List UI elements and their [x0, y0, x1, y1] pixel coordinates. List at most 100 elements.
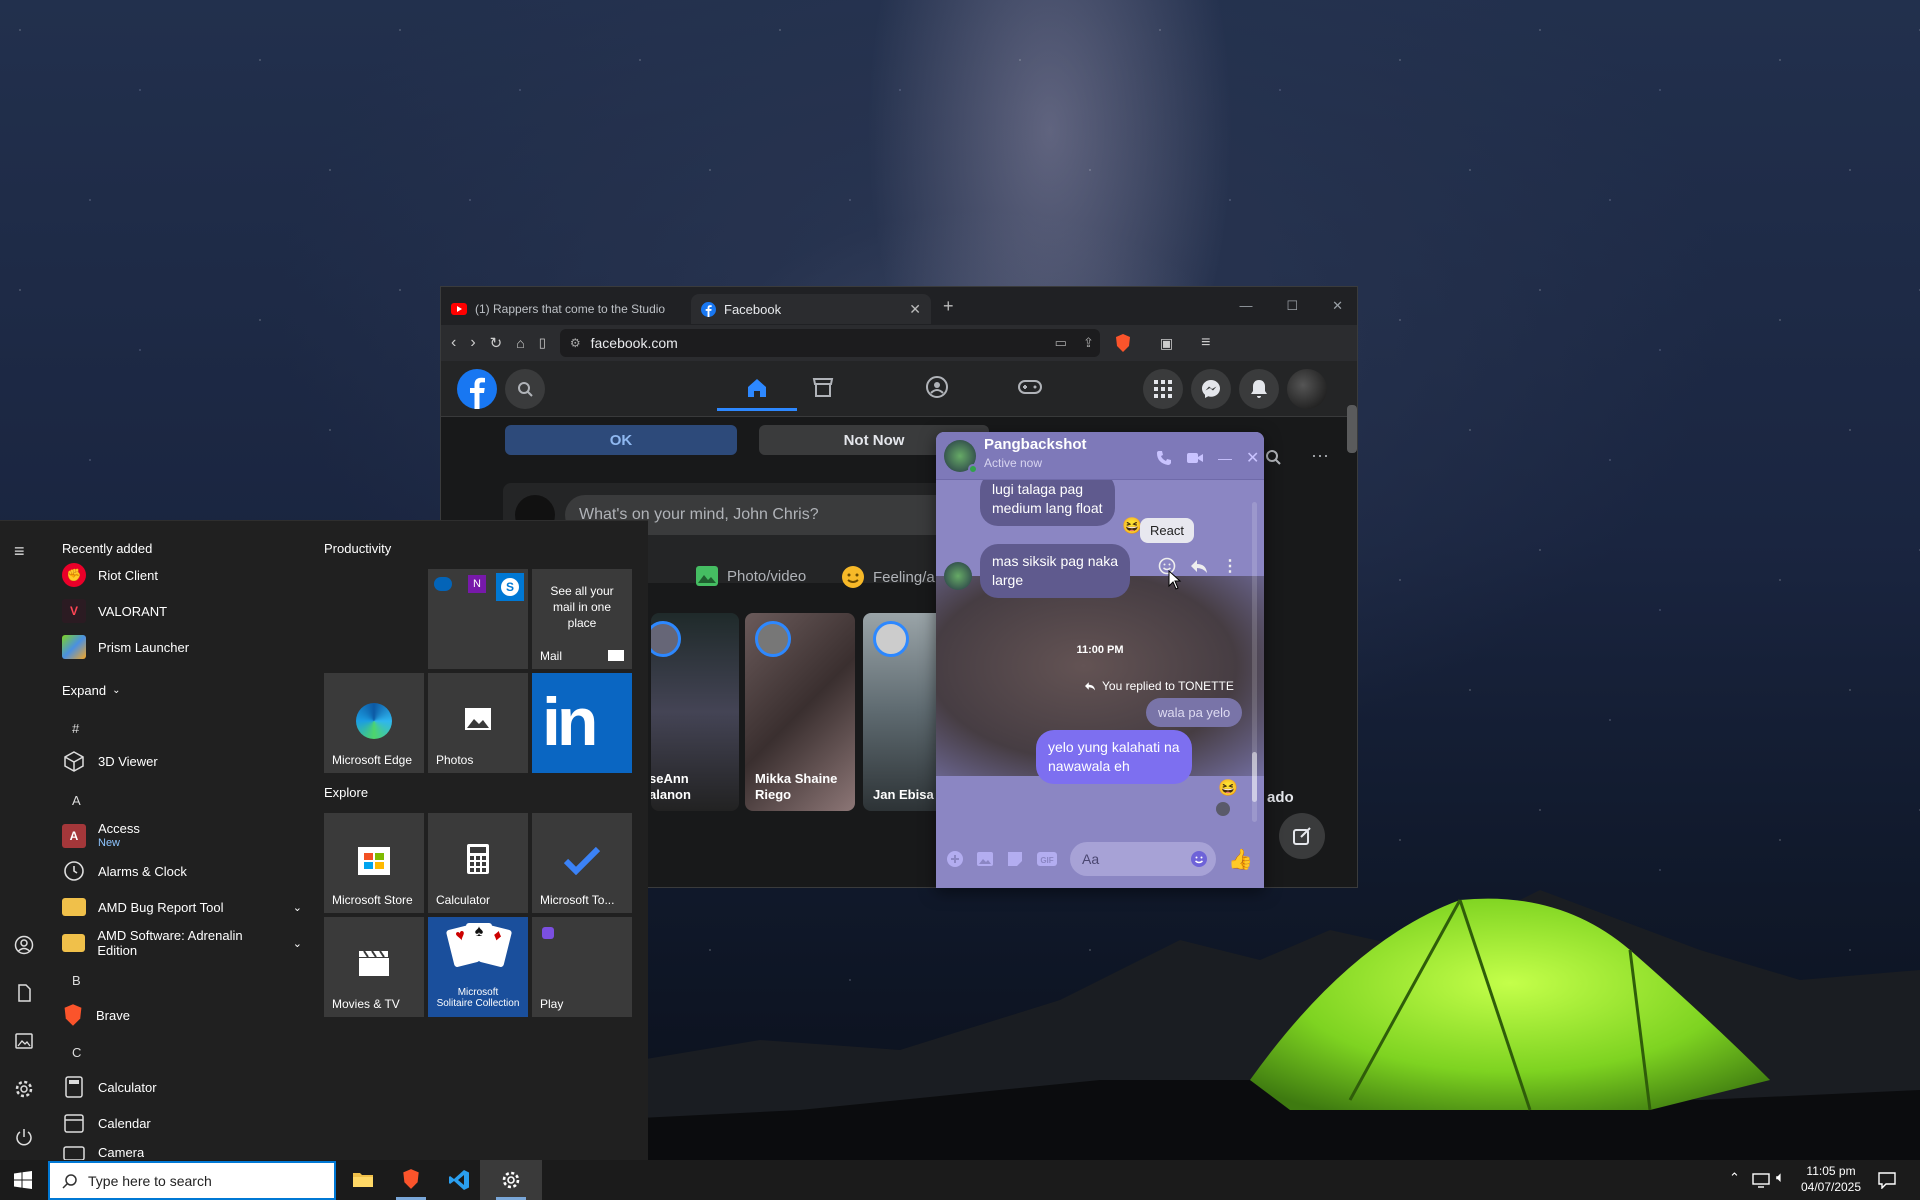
profile-avatar[interactable]	[1287, 369, 1327, 409]
tile-solitaire[interactable]: ♥ ♠ ♦ Microsoft Solitaire Collection	[428, 917, 528, 1017]
app-riot-client[interactable]: ✊ Riot Client	[62, 561, 158, 589]
app-alarms-clock[interactable]: Alarms & Clock	[62, 857, 187, 885]
system-clock[interactable]: 11:05 pm 04/07/2025	[1800, 1163, 1862, 1195]
forward-icon[interactable]: ›	[470, 334, 475, 352]
settings-gear-icon[interactable]	[14, 1079, 34, 1099]
share-icon[interactable]: ⇪	[1083, 335, 1094, 351]
app-camera[interactable]: Camera	[62, 1143, 144, 1161]
settings-taskbar-button[interactable]	[480, 1160, 542, 1200]
tile-calculator[interactable]: Calculator	[428, 813, 528, 913]
taskbar-search-box[interactable]: Type here to search	[48, 1161, 336, 1200]
home-icon[interactable]: ⌂	[516, 335, 524, 351]
contacts-search-icon[interactable]	[1265, 449, 1281, 465]
brave-browser-icon[interactable]	[401, 1168, 421, 1190]
message-more-icon[interactable]: ⋮	[1222, 556, 1238, 576]
ok-button[interactable]: OK	[505, 425, 737, 455]
phone-call-icon[interactable]	[1156, 450, 1172, 466]
tile-microsoft-store[interactable]: Microsoft Store	[324, 813, 424, 913]
tab-youtube[interactable]: (1) Rappers that come to the Studio	[441, 294, 691, 324]
message-input[interactable]: Aa	[1070, 842, 1216, 876]
vscode-icon[interactable]	[448, 1169, 470, 1191]
app-access[interactable]: A Access New	[62, 819, 140, 853]
tile-office-group[interactable]: N S	[428, 569, 528, 669]
tile-mail[interactable]: See all your mail in one place Mail	[532, 569, 632, 669]
new-message-icon[interactable]	[1279, 813, 1325, 859]
tab-facebook[interactable]: Facebook ✕	[691, 294, 931, 324]
message-bubble-received[interactable]: lugi talaga pag medium lang float	[980, 480, 1115, 526]
new-tab-icon[interactable]: +	[943, 296, 954, 317]
story-card[interactable]: Mikka Shaine Riego	[745, 613, 855, 811]
more-options-icon[interactable]: ···	[1311, 445, 1329, 466]
add-plus-icon[interactable]	[946, 850, 964, 868]
cast-icon[interactable]: ▭	[1055, 335, 1067, 351]
power-icon[interactable]	[14, 1127, 34, 1147]
close-chat-icon[interactable]: ✕	[1246, 448, 1259, 468]
video-call-icon[interactable]	[1186, 451, 1204, 465]
user-account-icon[interactable]	[14, 935, 34, 955]
photo-video-button[interactable]: Photo/video	[695, 565, 806, 587]
sticker-icon[interactable]	[1006, 850, 1024, 868]
folder-amd-bug-report[interactable]: AMD Bug Report Tool ⌄	[62, 893, 302, 921]
address-bar[interactable]: ⚙ facebook.com ▭ ⇪	[559, 329, 1100, 357]
nav-marketplace-tab[interactable]	[811, 375, 835, 399]
windows-start-icon[interactable]	[14, 1171, 32, 1189]
tile-microsoft-edge[interactable]: Microsoft Edge	[324, 673, 424, 773]
maximize-icon[interactable]: ☐	[1286, 298, 1298, 314]
nav-home-tab[interactable]	[717, 367, 797, 411]
reload-icon[interactable]: ↻	[490, 334, 503, 352]
gif-icon[interactable]: GIF	[1036, 851, 1058, 867]
wallet-icon[interactable]: ▣	[1160, 335, 1173, 352]
app-valorant[interactable]: V VALORANT	[62, 597, 167, 625]
app-brave[interactable]: Brave	[62, 1001, 130, 1029]
chevron-down-icon[interactable]: ⌄	[293, 937, 302, 950]
chat-scrollbar[interactable]	[1252, 502, 1257, 822]
story-card[interactable]: seAnn alanon	[651, 613, 739, 811]
app-3d-viewer[interactable]: 3D Viewer	[62, 747, 158, 775]
chevron-down-icon[interactable]: ⌄	[293, 901, 302, 914]
minimize-icon[interactable]: —	[1239, 298, 1252, 314]
tile-movies-tv[interactable]: Movies & TV	[324, 917, 424, 1017]
minimize-chat-icon[interactable]: —	[1218, 450, 1232, 466]
documents-icon[interactable]	[14, 983, 34, 1003]
quoted-message[interactable]: wala pa yelo	[1146, 698, 1243, 727]
pictures-icon[interactable]	[14, 1031, 34, 1051]
app-calendar[interactable]: Calendar	[62, 1109, 151, 1137]
volume-icon[interactable]: 🔈︎	[1776, 1169, 1785, 1186]
back-icon[interactable]: ‹	[451, 334, 456, 352]
app-prism-launcher[interactable]: Prism Launcher	[62, 633, 189, 661]
letter-header[interactable]: A	[72, 793, 81, 808]
close-tab-icon[interactable]: ✕	[909, 301, 921, 318]
site-settings-icon[interactable]: ⚙	[570, 336, 581, 350]
reply-icon[interactable]	[1190, 558, 1208, 574]
attach-image-icon[interactable]	[976, 850, 994, 868]
menu-icon[interactable]: ≡	[1201, 334, 1210, 352]
file-explorer-icon[interactable]	[352, 1170, 374, 1188]
menu-grid-icon[interactable]	[1143, 369, 1183, 409]
search-icon[interactable]	[505, 369, 545, 409]
brave-shield-icon[interactable]	[1114, 333, 1132, 353]
facebook-logo-icon[interactable]	[457, 369, 497, 409]
folder-amd-software[interactable]: AMD Software: Adrenalin Edition ⌄	[62, 928, 302, 958]
letter-header[interactable]: C	[72, 1045, 81, 1060]
letter-header[interactable]: #	[72, 721, 79, 736]
close-window-icon[interactable]: ✕	[1332, 298, 1343, 314]
show-hidden-icons-chevron-icon[interactable]: ⌃	[1729, 1170, 1740, 1186]
tile-photos[interactable]: Photos	[428, 673, 528, 773]
message-bubble-sent[interactable]: yelo yung kalahati na nawawala eh	[1036, 730, 1192, 784]
expand-button[interactable]: Expand ⌄	[62, 683, 120, 698]
thumbs-up-icon[interactable]: 👍	[1228, 847, 1253, 872]
hamburger-menu-icon[interactable]: ≡	[14, 541, 25, 562]
emoji-picker-icon[interactable]	[1190, 850, 1208, 868]
tile-linkedin[interactable]: in	[532, 673, 632, 773]
notifications-bell-icon[interactable]	[1239, 369, 1279, 409]
letter-header[interactable]: B	[72, 973, 81, 988]
message-bubble-received[interactable]: mas siksik pag naka large	[980, 544, 1131, 598]
network-icon[interactable]	[1752, 1172, 1770, 1188]
nav-gaming-tab[interactable]	[1017, 375, 1043, 399]
tile-microsoft-todo[interactable]: Microsoft To...	[532, 813, 632, 913]
bookmark-icon[interactable]: ▯	[539, 335, 546, 351]
notification-center-icon[interactable]	[1878, 1171, 1896, 1189]
nav-groups-tab[interactable]	[925, 375, 949, 399]
tile-play-folder[interactable]: Play	[532, 917, 632, 1017]
chat-contact-name[interactable]: Pangbackshot	[984, 436, 1087, 453]
